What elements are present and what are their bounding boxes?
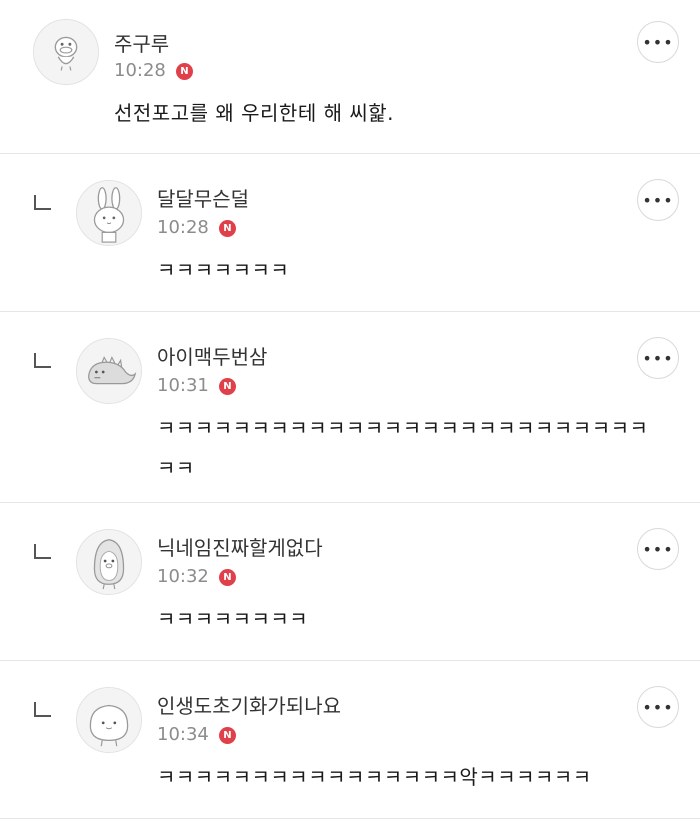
comment-item: 주구루 10:28 N 선전포고를 왜 우리한테 해 씨핥. ••• (0, 0, 700, 154)
comment-meta: 10:34 N (157, 724, 236, 746)
more-dots-icon: ••• (642, 348, 674, 368)
comment-meta: 10:28 N (114, 60, 193, 82)
new-badge: N (218, 377, 236, 395)
comment-time: 10:28 (157, 217, 209, 238)
more-options-button[interactable]: ••• (637, 21, 679, 63)
new-badge: N (218, 726, 236, 744)
dinosaur-character-icon (77, 339, 141, 403)
comment-time: 10:32 (157, 566, 209, 587)
comment-time: 10:31 (157, 375, 209, 396)
blob-character-icon (77, 688, 141, 752)
more-dots-icon: ••• (642, 697, 674, 717)
more-dots-icon: ••• (642, 32, 674, 52)
comment-author[interactable]: 아이맥두번삼 (157, 345, 267, 369)
comment-meta: 10:28 N (157, 217, 236, 239)
comment-item: 달달무슨덜 10:28 N ㅋㅋㅋㅋㅋㅋㅋ ••• (0, 154, 700, 312)
comment-author[interactable]: 달달무슨덜 (157, 187, 249, 211)
comment-text: ㅋㅋㅋㅋㅋㅋㅋㅋㅋㅋㅋㅋㅋㅋㅋㅋㅋㅋㅋㅋㅋㅋㅋㅋㅋㅋㅋㅋ (157, 416, 649, 480)
comment-item: 인생도초기화가되나요 10:34 N ㅋㅋㅋㅋㅋㅋㅋㅋㅋㅋㅋㅋㅋㅋㅋㅋ악ㅋㅋㅋㅋ… (0, 661, 700, 819)
rabbit-character-icon (77, 181, 141, 245)
penguin-character-icon (77, 530, 141, 594)
comment-text: 선전포고를 왜 우리한테 해 씨핥. (114, 101, 394, 125)
more-options-button[interactable]: ••• (637, 686, 679, 728)
more-dots-icon: ••• (642, 190, 674, 210)
more-dots-icon: ••• (642, 539, 674, 559)
reply-arrow-icon (33, 194, 53, 212)
avatar[interactable] (76, 529, 142, 595)
reply-arrow-icon (33, 543, 53, 561)
duck-character-icon (34, 20, 98, 84)
comment-text: ㅋㅋㅋㅋㅋㅋㅋ (157, 258, 290, 282)
comment-time: 10:34 (157, 724, 209, 745)
comment-text: ㅋㅋㅋㅋㅋㅋㅋㅋㅋㅋㅋㅋㅋㅋㅋㅋ악ㅋㅋㅋㅋㅋㅋ (157, 765, 592, 789)
avatar[interactable] (76, 687, 142, 753)
comment-meta: 10:31 N (157, 375, 236, 397)
comment-text: ㅋㅋㅋㅋㅋㅋㅋㅋ (157, 607, 309, 631)
comment-item: 아이맥두번삼 10:31 N ㅋㅋㅋㅋㅋㅋㅋㅋㅋㅋㅋㅋㅋㅋㅋㅋㅋㅋㅋㅋㅋㅋㅋㅋㅋ… (0, 312, 700, 503)
reply-arrow-icon (33, 701, 53, 719)
new-badge: N (218, 219, 236, 237)
new-badge: N (175, 62, 193, 80)
more-options-button[interactable]: ••• (637, 337, 679, 379)
comment-author[interactable]: 닉네임진짜할게없다 (157, 536, 323, 560)
new-badge: N (218, 568, 236, 586)
reply-arrow-icon (33, 352, 53, 370)
comment-time: 10:28 (114, 60, 166, 81)
comment-author[interactable]: 주구루 (114, 32, 169, 56)
comment-item: 닉네임진짜할게없다 10:32 N ㅋㅋㅋㅋㅋㅋㅋㅋ ••• (0, 503, 700, 661)
comment-author[interactable]: 인생도초기화가되나요 (157, 694, 341, 718)
more-options-button[interactable]: ••• (637, 528, 679, 570)
avatar[interactable] (33, 19, 99, 85)
avatar[interactable] (76, 338, 142, 404)
avatar[interactable] (76, 180, 142, 246)
more-options-button[interactable]: ••• (637, 179, 679, 221)
comment-meta: 10:32 N (157, 566, 236, 588)
